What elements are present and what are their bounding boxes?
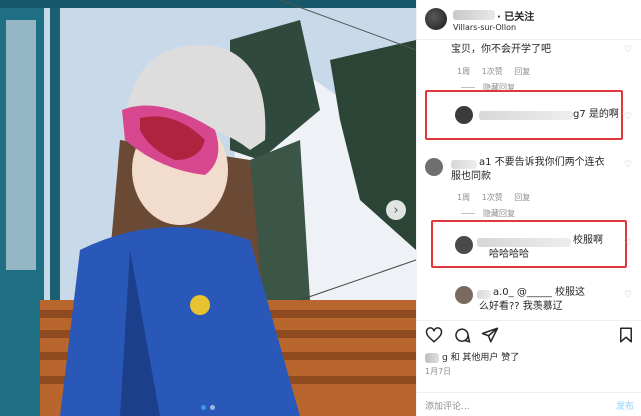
comment-reply-button[interactable]: 回复 — [514, 67, 530, 76]
heart-icon[interactable]: ♡ — [624, 290, 632, 300]
comment-text-line2: 服也同款 — [451, 171, 491, 182]
post-comment-button[interactable]: 发布 — [616, 399, 634, 412]
reply-username-blurred — [477, 238, 571, 247]
heart-icon[interactable]: ♡ — [624, 238, 632, 248]
comment-reply-button[interactable]: 回复 — [514, 193, 530, 202]
comment-avatar[interactable] — [425, 158, 443, 176]
heart-icon[interactable] — [425, 326, 443, 344]
comment-username-blurred — [451, 160, 477, 169]
comment-list[interactable]: 宝贝，你不会开学了吧 ♡ 1周 1次赞 回复 隐藏回复 g7 是的啊 ♡ a1 … — [417, 40, 641, 320]
chevron-right-icon: › — [393, 202, 399, 218]
photo-illustration — [0, 0, 416, 416]
reply-text-line1: 校服啊 — [573, 235, 603, 246]
reply-text-line1: a.0_ @_____ 校服这 — [493, 287, 586, 298]
add-comment-input[interactable]: 添加评论... — [425, 399, 470, 412]
comment-meta: 1周 1次赞 回复 — [457, 192, 539, 203]
reply-text-line2: 哈哈哈哈 — [489, 249, 529, 260]
reply-username-blurred — [479, 111, 573, 120]
heart-icon[interactable]: ♡ — [624, 112, 632, 122]
post-side-panel: · 已关注 Villars-sur-Ollon 宝贝，你不会开学了吧 ♡ 1周 … — [416, 0, 641, 416]
share-icon[interactable] — [481, 326, 499, 344]
comment-text-line1: a1 不要告诉我你们两个连衣 — [479, 157, 605, 168]
liked-by-avatars — [425, 352, 439, 363]
reply-avatar[interactable] — [455, 106, 473, 124]
post-date: 1月7日 — [425, 367, 452, 376]
comment-time: 1周 — [457, 193, 471, 202]
heart-icon[interactable]: ♡ — [624, 45, 632, 55]
comment-likes[interactable]: 1次赞 — [482, 193, 503, 202]
author-username-blurred[interactable] — [453, 10, 495, 20]
carousel-dots — [0, 405, 416, 410]
liked-by-row[interactable]: g 和 其他用户 赞了 — [425, 350, 519, 363]
add-comment-bar: 添加评论... 发布 — [417, 392, 641, 416]
reply-divider — [461, 213, 475, 214]
reply-divider — [461, 87, 475, 88]
post-photo[interactable]: › — [0, 0, 416, 416]
heart-icon[interactable]: ♡ — [624, 160, 632, 170]
reply-avatar[interactable] — [455, 236, 473, 254]
location-link[interactable]: Villars-sur-Ollon — [453, 23, 516, 32]
comment-likes[interactable]: 1次赞 — [482, 67, 503, 76]
bookmark-icon[interactable] — [617, 326, 635, 344]
carousel-dot — [210, 405, 215, 410]
liked-by-text: g 和 其他用户 赞了 — [442, 353, 520, 363]
reply-text: g7 是的啊 — [573, 109, 619, 120]
post-action-bar — [417, 320, 641, 350]
carousel-next-button[interactable]: › — [386, 200, 406, 220]
reply-avatar[interactable] — [455, 286, 473, 304]
carousel-dot-active — [201, 405, 206, 410]
reply-text-line2: 么好看?? 我羡慕辽 — [479, 301, 563, 312]
comment-icon[interactable] — [453, 326, 471, 344]
post-header: · 已关注 Villars-sur-Ollon — [417, 0, 641, 40]
follow-state[interactable]: · 已关注 — [497, 8, 534, 23]
hide-replies-button[interactable]: 隐藏回复 — [483, 208, 515, 219]
reply-username-blurred — [477, 290, 491, 299]
author-avatar[interactable] — [425, 8, 447, 30]
comment-meta: 1周 1次赞 回复 — [457, 66, 539, 77]
comment-time: 1周 — [457, 67, 471, 76]
comment-text: 宝贝，你不会开学了吧 — [451, 44, 551, 55]
